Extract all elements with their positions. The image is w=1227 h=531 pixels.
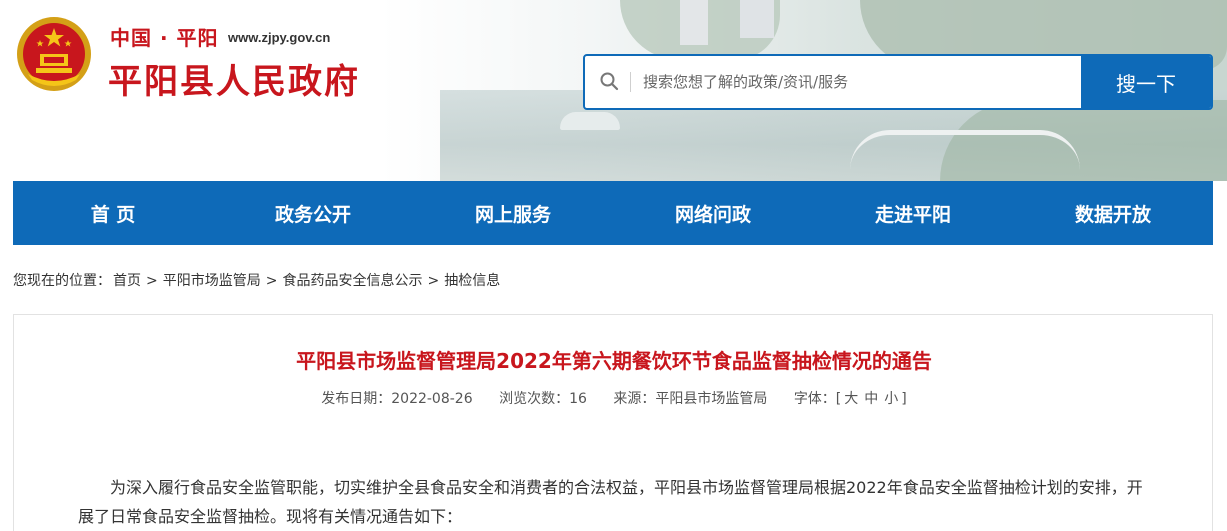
article-meta: 发布日期：2022-08-26 浏览次数：16 来源：平阳县市场监管局 字体：[… [14, 388, 1214, 408]
font-size-switcher: 字体：[大中小] [794, 391, 907, 407]
font-size-close: ] [901, 391, 907, 407]
breadcrumb: 您现在的位置： 首页 > 平阳市场监管局 > 食品药品安全信息公示 > 抽检信息 [13, 270, 500, 290]
breadcrumb-separator: > [265, 273, 278, 289]
article-container: 平阳县市场监督管理局2022年第六期餐饮环节食品监督抽检情况的通告 发布日期：2… [13, 314, 1213, 531]
breadcrumb-prefix: 您现在的位置： [13, 273, 111, 289]
article-title: 平阳县市场监督管理局2022年第六期餐饮环节食品监督抽检情况的通告 [296, 349, 932, 373]
site-tagline: 中国 · 平阳 [110, 26, 219, 50]
nav-item-about-pingyang[interactable]: 走进平阳 [813, 181, 1013, 245]
national-emblem-icon [17, 17, 91, 91]
search-icon [600, 72, 619, 91]
site-name-logo[interactable]: 平阳县人民政府 [108, 54, 360, 103]
search-button[interactable]: 搜一下 [1081, 56, 1211, 108]
nav-item-home[interactable]: 首 页 [13, 181, 213, 245]
breadcrumb-item-market-bureau[interactable]: 平阳市场监管局 [163, 273, 261, 289]
article-paragraph: 为深入履行食品安全监管职能，切实维护全县食品安全和消费者的合法权益，平阳县市场监… [78, 478, 1143, 526]
article-source: 来源：平阳县市场监管局 [613, 391, 768, 407]
search-divider [630, 72, 631, 92]
site-url: www.zjpy.gov.cn [228, 30, 331, 45]
publish-date: 发布日期：2022-08-26 [321, 391, 473, 407]
font-size-small-link[interactable]: 小 [884, 391, 898, 407]
search-bar: 搜一下 [583, 54, 1213, 110]
nav-item-online-inquiry[interactable]: 网络问政 [613, 181, 813, 245]
breadcrumb-item-home[interactable]: 首页 [113, 273, 141, 289]
site-header: 中国 · 平阳 www.zjpy.gov.cn 平阳县人民政府 搜一下 [0, 0, 1227, 181]
font-size-large-link[interactable]: 大 [844, 391, 858, 407]
breadcrumb-separator: > [427, 273, 440, 289]
breadcrumb-item-food-drug-safety[interactable]: 食品药品安全信息公示 [282, 273, 422, 289]
search-input[interactable] [643, 56, 1073, 108]
font-size-label: 字体：[ [793, 391, 842, 407]
breadcrumb-separator: > [146, 273, 158, 289]
main-nav: 首 页 政务公开 网上服务 网络问政 走进平阳 数据开放 [13, 181, 1213, 245]
breadcrumb-item-inspection-info[interactable]: 抽检信息 [444, 273, 500, 289]
nav-item-government-affairs[interactable]: 政务公开 [213, 181, 413, 245]
nav-item-open-data[interactable]: 数据开放 [1013, 181, 1213, 245]
font-size-medium-link[interactable]: 中 [864, 391, 878, 407]
nav-item-online-services[interactable]: 网上服务 [413, 181, 613, 245]
view-count: 浏览次数：16 [499, 391, 587, 407]
